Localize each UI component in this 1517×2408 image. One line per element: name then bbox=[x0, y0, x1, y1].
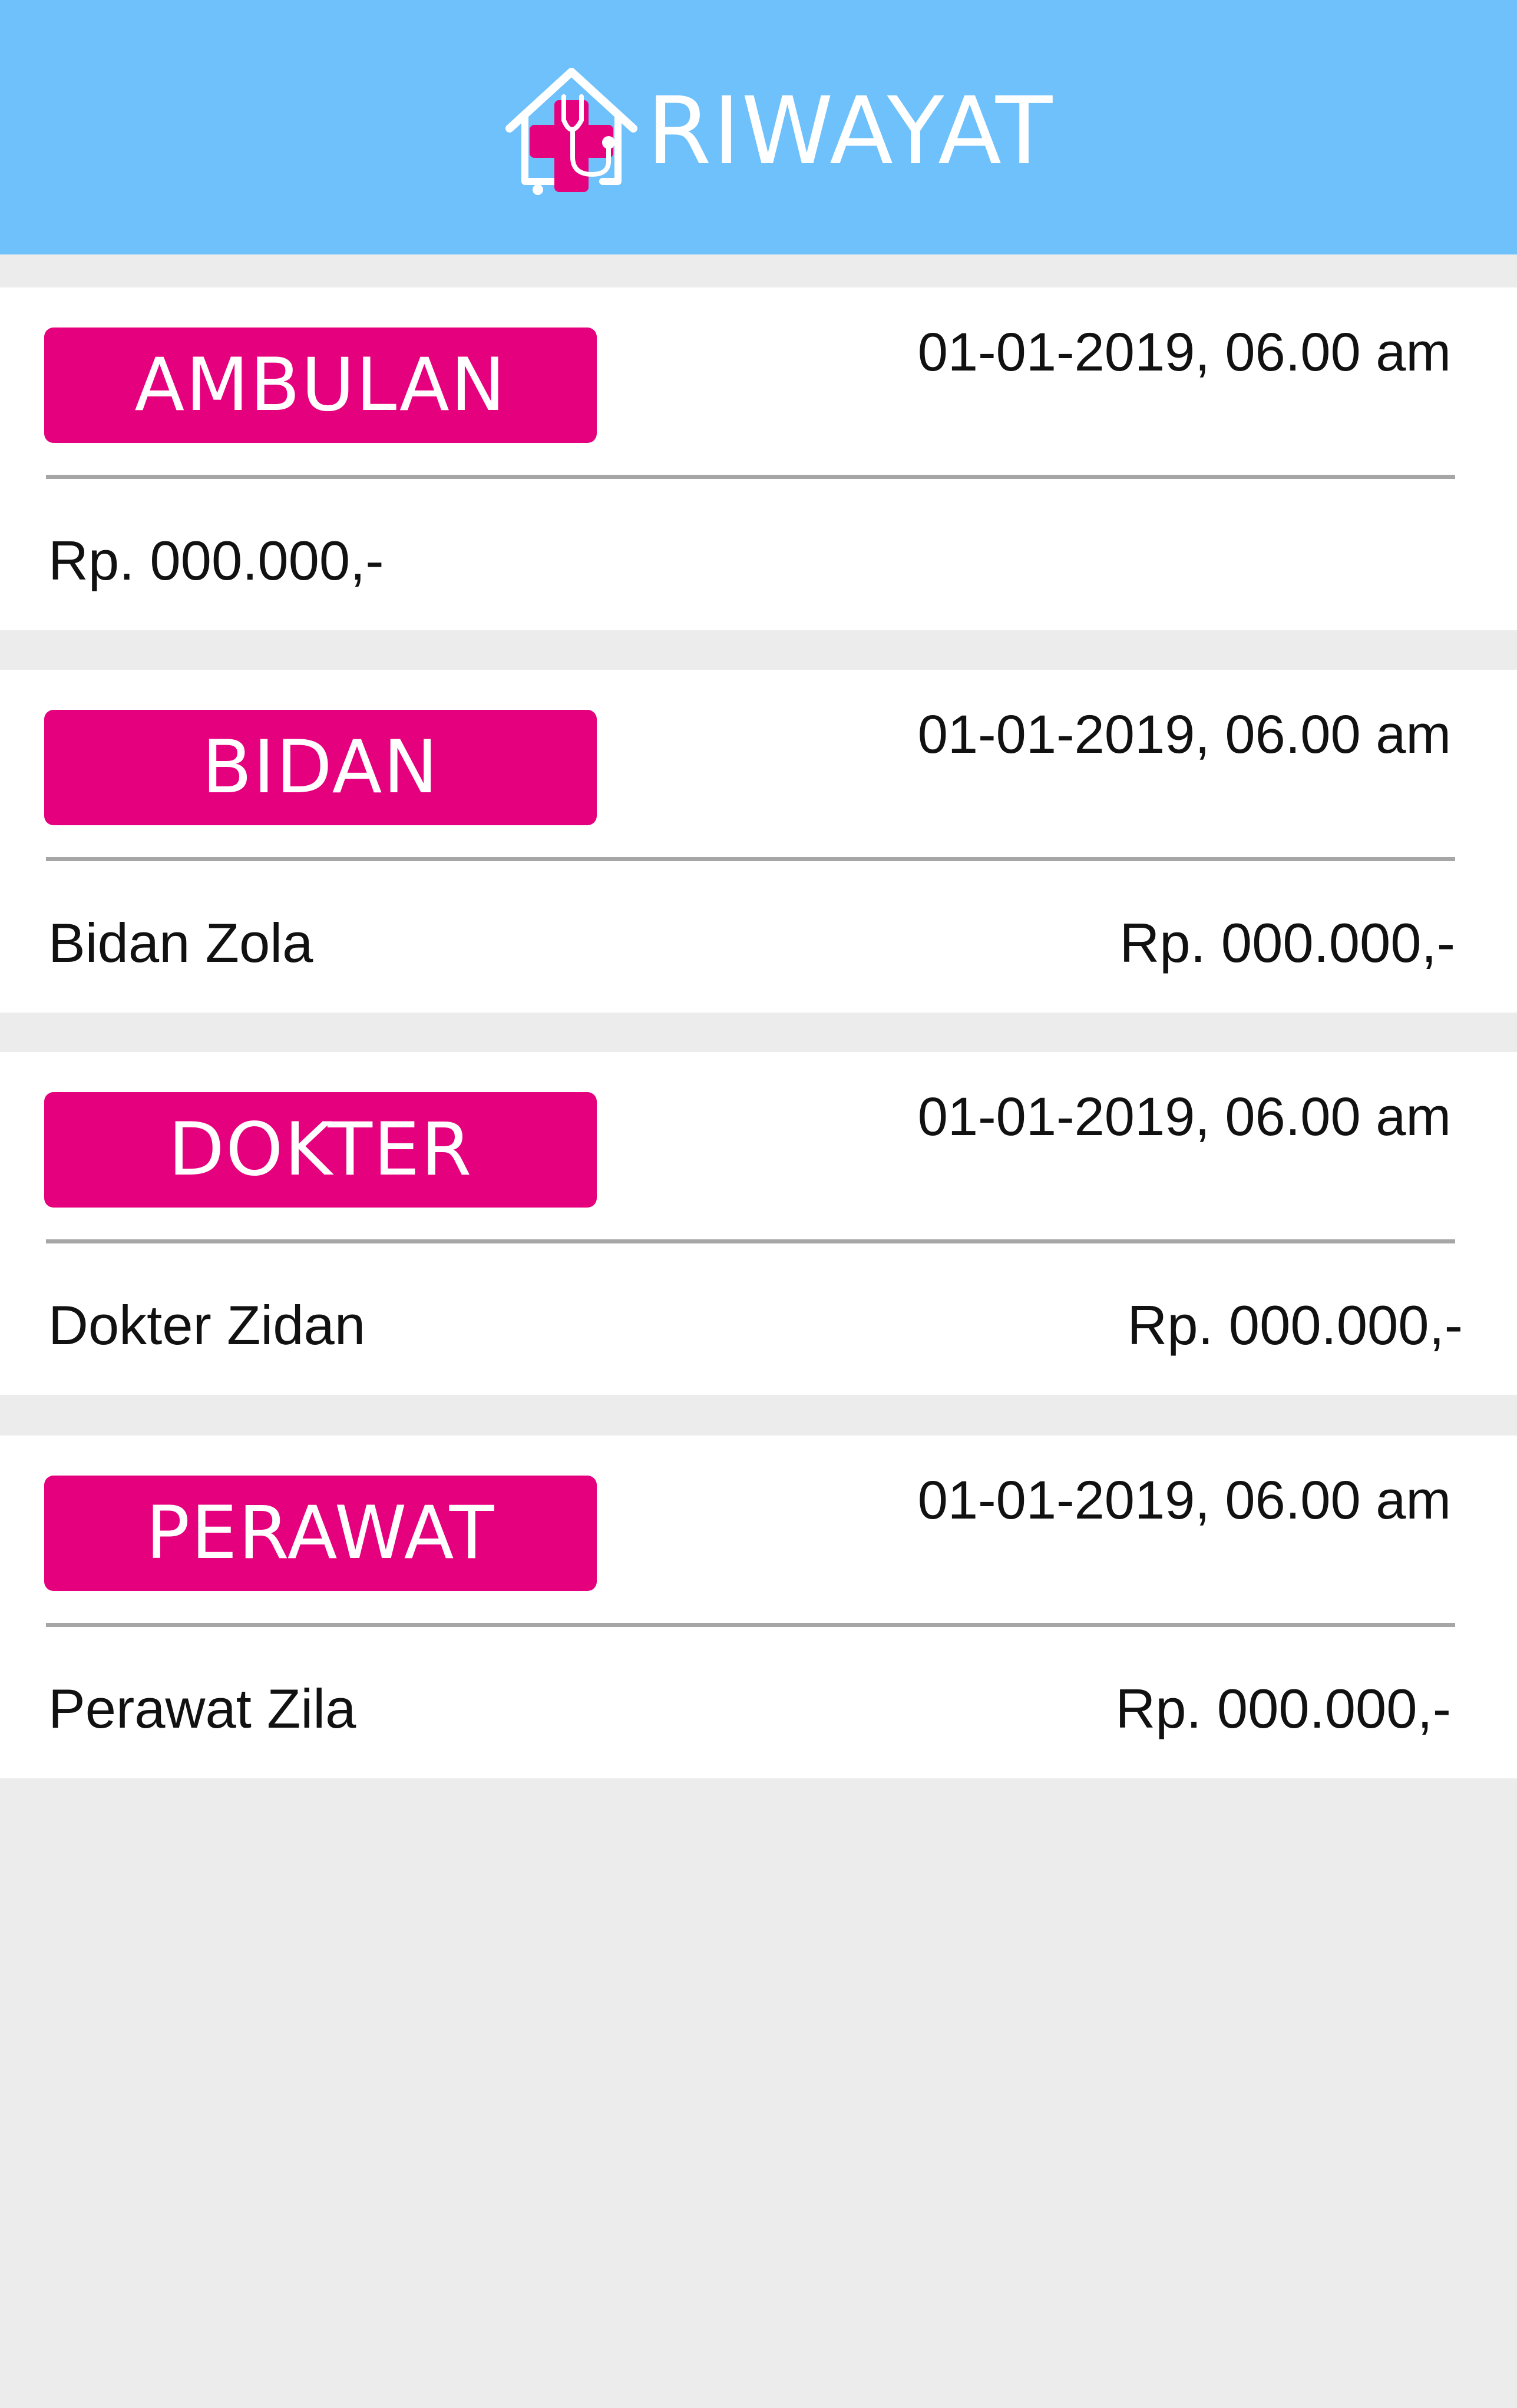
price-text: Rp. 000.000,- bbox=[48, 530, 384, 591]
datetime-text: 01-01-2019, 06.00 am bbox=[917, 1087, 1451, 1147]
provider-name: Perawat Zila bbox=[48, 1678, 356, 1739]
divider bbox=[46, 857, 1455, 861]
app-header: RIWAYAT bbox=[0, 0, 1517, 254]
datetime-text: 01-01-2019, 06.00 am bbox=[917, 704, 1451, 765]
category-badge[interactable]: PERAWAT bbox=[44, 1476, 597, 1591]
history-card[interactable]: BIDAN 01-01-2019, 06.00 am Bidan Zola Rp… bbox=[0, 670, 1517, 1013]
house-medical-cross-stethoscope-icon bbox=[505, 68, 637, 195]
provider-name: Bidan Zola bbox=[48, 912, 313, 974]
datetime-text: 01-01-2019, 06.00 am bbox=[917, 1470, 1451, 1530]
datetime-text: 01-01-2019, 06.00 am bbox=[917, 322, 1451, 382]
divider bbox=[46, 1239, 1455, 1243]
price-text: Rp. 000.000,- bbox=[1115, 1678, 1451, 1739]
history-card[interactable]: AMBULAN 01-01-2019, 06.00 am Rp. 000.000… bbox=[0, 287, 1517, 630]
divider bbox=[46, 475, 1455, 479]
price-text: Rp. 000.000,- bbox=[1127, 1294, 1463, 1356]
provider-name: Dokter Zidan bbox=[48, 1294, 366, 1356]
history-card[interactable]: PERAWAT 01-01-2019, 06.00 am Perawat Zil… bbox=[0, 1435, 1517, 1778]
divider bbox=[46, 1623, 1455, 1627]
history-card[interactable]: DOKTER 01-01-2019, 06.00 am Dokter Zidan… bbox=[0, 1052, 1517, 1395]
page-title: RIWAYAT bbox=[647, 77, 1054, 186]
category-badge[interactable]: BIDAN bbox=[44, 710, 597, 825]
category-badge[interactable]: DOKTER bbox=[44, 1092, 597, 1208]
price-text: Rp. 000.000,- bbox=[1119, 912, 1455, 974]
category-badge[interactable]: AMBULAN bbox=[44, 328, 597, 443]
